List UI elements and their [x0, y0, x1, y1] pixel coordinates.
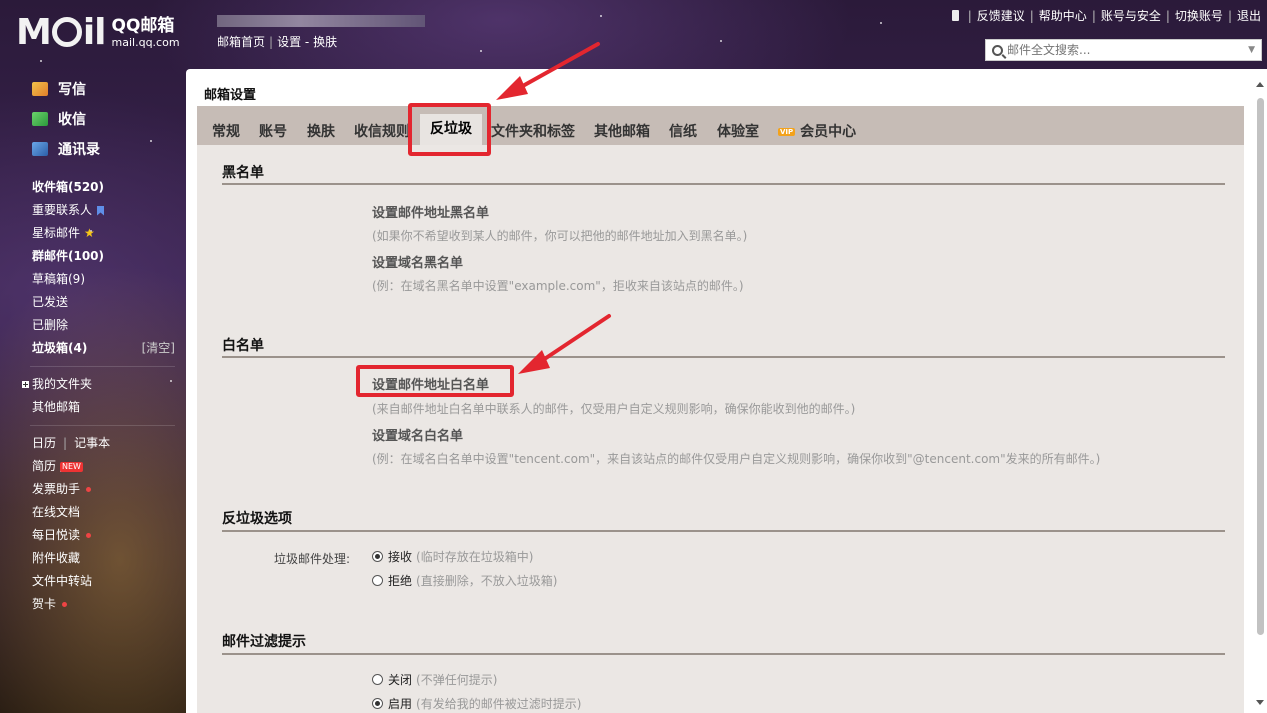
tab-lab[interactable]: 体验室 — [717, 121, 759, 141]
notes-link[interactable]: 记事本 — [74, 432, 110, 455]
tab-skin[interactable]: 换肤 — [307, 121, 335, 141]
radio-filter-off[interactable] — [372, 674, 383, 685]
notification-dot — [62, 602, 68, 607]
sidebar: 写信 收信 通讯录 收件箱(520) 重要联系人 星标邮件 ★ 群邮件(100) … — [0, 74, 185, 616]
radio-reject[interactable] — [372, 575, 383, 586]
mail-home-link[interactable]: 邮箱首页 — [217, 35, 265, 49]
sidebar-item-important[interactable]: 重要联系人 — [0, 199, 185, 222]
search-box[interactable]: ▼ — [985, 39, 1262, 61]
sidebar-item-spam[interactable]: 垃圾箱(4) [清空] — [0, 337, 185, 360]
sidebar-item-attachments[interactable]: 附件收藏 — [0, 547, 185, 570]
breadcrumb-dash: - — [304, 35, 310, 49]
domain-whitelist-link[interactable]: 设置域名白名单 — [372, 425, 463, 444]
tab-vip-center[interactable]: VIP 会员中心 — [778, 121, 856, 141]
annotation-arrow-icon — [496, 42, 600, 100]
antispam-options-title: 反垃圾选项 — [222, 511, 292, 527]
search-dropdown-icon[interactable]: ▼ — [1248, 45, 1255, 55]
account-name-blurred — [217, 15, 425, 27]
spam-reject-option[interactable]: 拒绝 (直接删除，不放入垃圾箱) — [372, 572, 557, 589]
spam-accept-option[interactable]: 接收 (临时存放在垃圾箱中) — [372, 548, 533, 565]
tab-folders-labels[interactable]: 文件夹和标签 — [491, 121, 575, 141]
pen-icon — [32, 82, 48, 96]
vip-icon: VIP — [778, 128, 796, 136]
sidebar-item-deleted[interactable]: 已删除 — [0, 314, 185, 337]
sidebar-item-group[interactable]: 群邮件(100) — [0, 245, 185, 268]
annotation-arrow-icon — [518, 314, 611, 374]
radio-filter-on[interactable] — [372, 698, 383, 709]
sidebar-item-other-mail[interactable]: 其他邮箱 — [0, 396, 185, 419]
switch-account-link[interactable]: 切换账号 — [1175, 7, 1223, 24]
filter-on-option[interactable]: 启用 (有发给我的邮件被过滤时提示) — [372, 695, 581, 712]
mobile-icon[interactable] — [951, 10, 959, 21]
tab-rules[interactable]: 收信规则 — [354, 121, 410, 141]
tab-other-mail[interactable]: 其他邮箱 — [594, 121, 650, 141]
scroll-up-icon[interactable] — [1256, 82, 1264, 87]
star-icon: ★ — [84, 226, 95, 240]
sidebar-item-drafts[interactable]: 草稿箱(9) — [0, 268, 185, 291]
feedback-link[interactable]: 反馈建议 — [977, 7, 1025, 24]
top-links: | 反馈建议 | 帮助中心 | 账号与安全 | 切换账号 | 退出 — [951, 7, 1261, 24]
settings-tabs: 常规 账号 换肤 收信规则 反垃圾 文件夹和标签 其他邮箱 信纸 体验室 VIP… — [197, 106, 1244, 145]
blacklist-title: 黑名单 — [222, 165, 264, 181]
bookmark-icon — [97, 205, 105, 216]
domain-blacklist-desc: (例：在域名黑名单中设置"example.com"，拒收来自该站点的邮件。) — [372, 279, 744, 293]
address-blacklist-link[interactable]: 设置邮件地址黑名单 — [372, 202, 489, 221]
whitelist-title: 白名单 — [222, 338, 264, 354]
contacts-button[interactable]: 通讯录 — [0, 134, 185, 164]
sidebar-item-transfer[interactable]: 文件中转站 — [0, 570, 185, 593]
account-security-link[interactable]: 账号与安全 — [1101, 7, 1161, 24]
annotation-box-whitelist-link — [356, 365, 514, 397]
sidebar-item-cards[interactable]: 贺卡 — [0, 593, 185, 616]
brand-domain: mail.qq.com — [111, 35, 180, 49]
brand-name: QQ邮箱 — [111, 15, 175, 36]
page-title: 邮箱设置 — [204, 88, 257, 103]
mail-wordmark: Mil — [16, 12, 107, 53]
settings-link[interactable]: 设置 — [277, 35, 301, 49]
annotation-box-antispam-tab — [408, 103, 491, 156]
sidebar-item-inbox[interactable]: 收件箱(520) — [0, 176, 185, 199]
filter-off-option[interactable]: 关闭 (不弹任何提示) — [372, 671, 497, 688]
sidebar-item-daily[interactable]: 每日悦读 — [0, 524, 185, 547]
contacts-icon — [32, 142, 48, 156]
qq-mail-logo[interactable]: Mil QQ邮箱 mail.qq.com — [16, 12, 180, 53]
notification-dot — [86, 533, 92, 538]
sidebar-item-starred[interactable]: 星标邮件 ★ — [0, 222, 185, 245]
sidebar-item-resume[interactable]: 简历 NEW — [0, 455, 185, 478]
sidebar-item-docs[interactable]: 在线文档 — [0, 501, 185, 524]
spam-handling-label: 垃圾邮件处理: — [274, 552, 351, 566]
domain-whitelist-desc: (例：在域名白名单中设置"tencent.com"，来自该站点的邮件仅受用户自定… — [372, 452, 1101, 466]
domain-blacklist-link[interactable]: 设置域名黑名单 — [372, 252, 463, 271]
address-blacklist-desc: (如果你不希望收到某人的邮件，你可以把他的邮件地址加入到黑名单。) — [372, 229, 748, 243]
breadcrumb: 邮箱首页 | 设置 - 换肤 — [217, 35, 338, 49]
receive-button[interactable]: 收信 — [0, 104, 185, 134]
search-input[interactable] — [1007, 43, 1249, 57]
clear-spam-link[interactable]: [清空] — [142, 337, 175, 360]
notification-dot — [86, 487, 92, 492]
filter-notice-title: 邮件过滤提示 — [222, 634, 306, 650]
antispam-content: 黑名单 设置邮件地址黑名单 (如果你不希望收到某人的邮件，你可以把他的邮件地址加… — [197, 145, 1244, 713]
sidebar-item-sent[interactable]: 已发送 — [0, 291, 185, 314]
expand-icon[interactable] — [22, 381, 29, 388]
sidebar-item-invoice[interactable]: 发票助手 — [0, 478, 185, 501]
scrollbar-thumb[interactable] — [1257, 98, 1264, 635]
logout-link[interactable]: 退出 — [1237, 7, 1261, 24]
write-button[interactable]: 写信 — [0, 74, 185, 104]
new-badge: NEW — [60, 461, 83, 472]
search-icon — [992, 44, 1003, 56]
tab-account[interactable]: 账号 — [259, 121, 287, 141]
sidebar-item-my-folders[interactable]: 我的文件夹 — [0, 373, 185, 396]
tab-stationery[interactable]: 信纸 — [669, 121, 697, 141]
help-center-link[interactable]: 帮助中心 — [1039, 7, 1087, 24]
settings-panel: 邮箱设置 常规 账号 换肤 收信规则 反垃圾 文件夹和标签 其他邮箱 信纸 体验… — [186, 69, 1267, 713]
address-whitelist-desc: (来自邮件地址白名单中联系人的邮件，仅受用户自定义规则影响，确保你能收到他的邮件… — [372, 402, 856, 416]
tab-general[interactable]: 常规 — [212, 121, 240, 141]
download-icon — [32, 112, 48, 126]
sidebar-item-calendar-notes: 日历 | 记事本 — [0, 432, 185, 455]
scroll-down-icon[interactable] — [1256, 700, 1264, 705]
calendar-link[interactable]: 日历 — [32, 432, 56, 455]
radio-accept[interactable] — [372, 551, 383, 562]
skin-link[interactable]: 换肤 — [313, 35, 337, 49]
